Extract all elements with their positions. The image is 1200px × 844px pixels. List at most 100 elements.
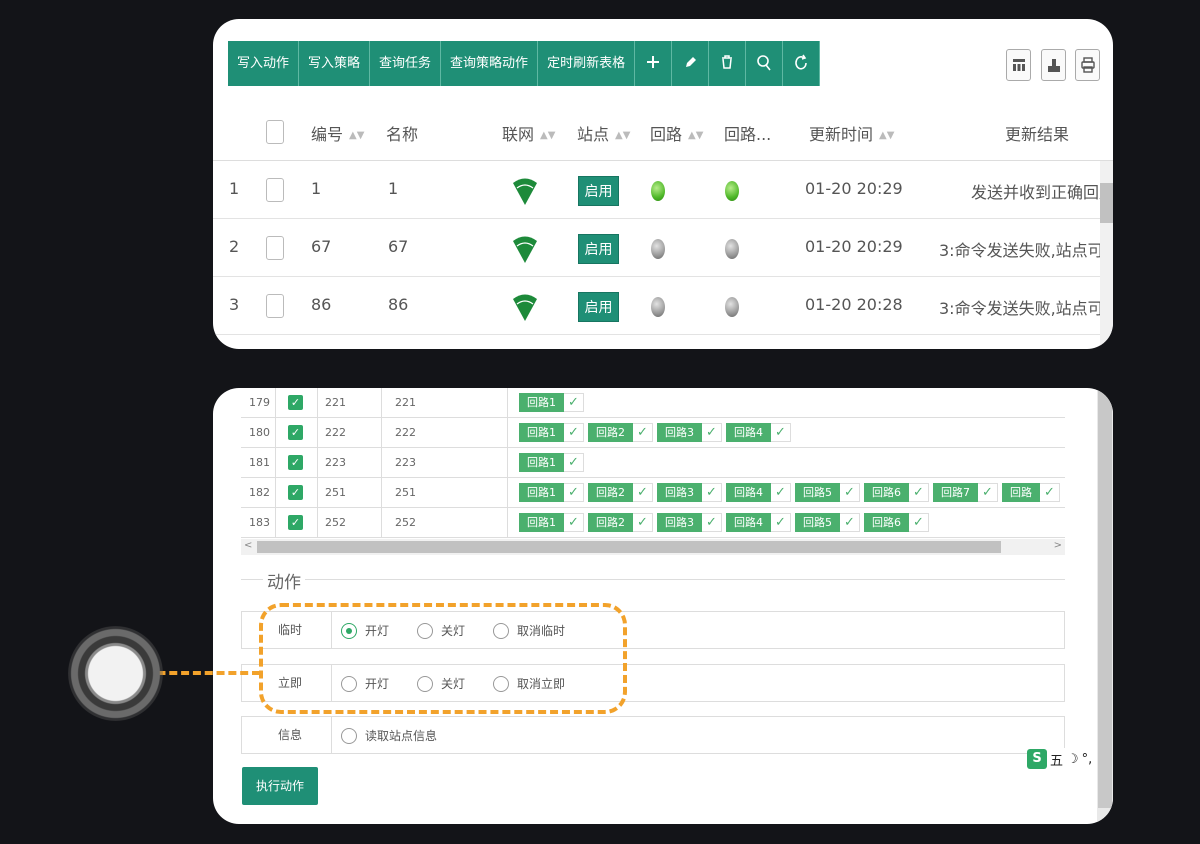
loop-tag[interactable]: 回路4 ✓ [726,483,791,502]
row-id: 222 [325,426,346,439]
delete-button[interactable] [709,41,747,86]
ime-punct-icon: °, [1081,751,1093,767]
loop-table-row[interactable]: 180 222 222 ✓ 回路1 ✓ 回路2 ✓ 回路3 ✓ 回路4 ✓ [241,418,1065,448]
add-button[interactable] [635,41,673,86]
loop-tag[interactable]: 回路1 ✓ [519,483,584,502]
write-strategy-button[interactable]: 写入策略 [299,41,371,86]
loop-tag[interactable]: 回路1 ✓ [519,423,584,442]
toolbar: 写入动作 写入策略 查询任务 查询策略动作 定时刷新表格 [228,41,821,86]
ime-toolbar[interactable]: S 五 ☽ °, [1027,748,1093,770]
row-checkbox[interactable] [266,294,284,318]
check-icon: ✓ [702,423,722,442]
row-name: 67 [388,237,409,256]
table-row[interactable]: 3 86 86 启用 01-20 20:28 3:命令发送失败,站点可能不 [213,277,1113,335]
search-button[interactable] [746,41,784,86]
timed-refresh-button[interactable]: 定时刷新表格 [538,41,636,86]
touch-indicator [68,626,163,721]
check-icon: ✓ [909,483,929,502]
loop-tag[interactable]: 回路6 ✓ [864,513,929,532]
station-table-panel: 写入动作 写入策略 查询任务 查询策略动作 定时刷新表格 编号 ▲▼ 名称 联网 ▲… [213,19,1113,349]
row-checkbox[interactable]: ✓ [288,455,303,470]
loop-table-horizontal-scrollbar[interactable]: < > [241,539,1065,555]
row-checkbox[interactable] [266,236,284,260]
loop-tag[interactable]: 回路3 ✓ [657,423,722,442]
header-update-result: 更新结果 [1005,125,1070,144]
row-index: 179 [249,396,270,409]
panel-vertical-scrollbar[interactable] [1097,388,1113,824]
loop-tag[interactable]: 回路1 ✓ [519,393,584,412]
loop-tag[interactable]: 回路2 ✓ [588,483,653,502]
loop-tag[interactable]: 回路4 ✓ [726,513,791,532]
loop-table-row[interactable]: 183 252 252 ✓ 回路1 ✓ 回路2 ✓ 回路3 ✓ 回路4 ✓ 回路5 ✓ 回路6 ✓ [241,508,1065,538]
query-task-button[interactable]: 查询任务 [370,41,442,86]
row-checkbox[interactable]: ✓ [288,395,303,410]
row-index: 182 [249,486,270,499]
loop-tag-label: 回路5 [795,483,840,502]
loop-table-row[interactable]: 182 251 251 ✓ 回路1 ✓ 回路2 ✓ 回路3 ✓ 回路4 ✓ 回路5 ✓ 回路6 ✓ 回路7 ✓ 回路… [241,478,1065,508]
refresh-button[interactable] [783,41,821,86]
loop-tag[interactable]: 回路1 ✓ [519,453,584,472]
header-loop1[interactable]: 回路 ▲▼ [650,121,703,145]
select-all-checkbox[interactable] [266,120,284,144]
search-icon [757,55,771,71]
loop-tag[interactable]: 回路7 ✓ [933,483,998,502]
plus-icon [647,56,660,68]
loop-table-row[interactable]: 179 221 221 ✓ 回路1 ✓ [241,388,1065,418]
loop-tag[interactable]: 回路5 ✓ [795,483,860,502]
check-icon: ✓ [909,513,929,532]
read-station-info-radio[interactable]: 读取站点信息 [341,727,437,744]
row-id: 86 [311,295,332,314]
execute-action-button[interactable]: 执行动作 [242,767,318,805]
header-network[interactable]: 联网 ▲▼ [502,121,555,145]
enable-button[interactable]: 启用 [578,234,619,264]
row-name: 221 [395,396,416,409]
row-id: 1 [311,179,322,198]
row-checkbox[interactable]: ✓ [288,425,303,440]
loop-tag-label: 回路 [1002,483,1040,502]
loop-tags: 回路1 ✓ 回路2 ✓ 回路3 ✓ 回路4 ✓ [519,423,795,442]
table-row[interactable]: 2 67 67 启用 01-20 20:29 3:命令发送失败,站点可能不 [213,219,1113,277]
loop-tag[interactable]: 回路3 ✓ [657,483,722,502]
loop-tag-label: 回路6 [864,483,909,502]
row-name: 223 [395,456,416,469]
loop-tag[interactable]: 回路4 ✓ [726,423,791,442]
loop-tag-label: 回路2 [588,483,633,502]
loop-tag[interactable]: 回路2 ✓ [588,423,653,442]
row-checkbox[interactable] [266,178,284,202]
check-icon: ✓ [978,483,998,502]
network-signal-icon [513,294,537,321]
loop-tag[interactable]: 回路 ✓ [1002,483,1060,502]
header-update-time[interactable]: 更新时间 ▲▼ [809,121,894,145]
header-station[interactable]: 站点 ▲▼ [577,121,630,145]
row-name: 222 [395,426,416,439]
loop-tag[interactable]: 回路6 ✓ [864,483,929,502]
check-icon: ✓ [564,453,584,472]
loop-tag[interactable]: 回路5 ✓ [795,513,860,532]
loop-tag[interactable]: 回路1 ✓ [519,513,584,532]
loop-table-row[interactable]: 181 223 223 ✓ 回路1 ✓ [241,448,1065,478]
check-icon: ✓ [840,513,860,532]
enable-button[interactable]: 启用 [578,176,619,206]
columns-button[interactable] [1006,49,1031,81]
row-name: 251 [395,486,416,499]
check-icon: ✓ [840,483,860,502]
enable-button[interactable]: 启用 [578,292,619,322]
ime-moon-icon: ☽ [1067,751,1079,767]
action-legend: 动作 [263,568,305,593]
check-icon: ✓ [564,513,584,532]
loop-tag-label: 回路7 [933,483,978,502]
row-checkbox[interactable]: ✓ [288,515,303,530]
loop-tag[interactable]: 回路2 ✓ [588,513,653,532]
row-checkbox[interactable]: ✓ [288,485,303,500]
loop-tag[interactable]: 回路3 ✓ [657,513,722,532]
check-icon: ✓ [771,513,791,532]
export-button[interactable] [1041,49,1066,81]
table-row[interactable]: 1 1 1 启用 01-20 20:29 发送并收到正确回应 [213,161,1113,219]
print-button[interactable] [1075,49,1100,81]
table-vertical-scrollbar[interactable] [1100,161,1113,349]
header-id[interactable]: 编号 ▲▼ [311,121,364,145]
query-strategy-action-button[interactable]: 查询策略动作 [441,41,539,86]
write-action-button[interactable]: 写入动作 [228,41,300,86]
info-label: 信息 [242,717,332,753]
edit-button[interactable] [672,41,710,86]
